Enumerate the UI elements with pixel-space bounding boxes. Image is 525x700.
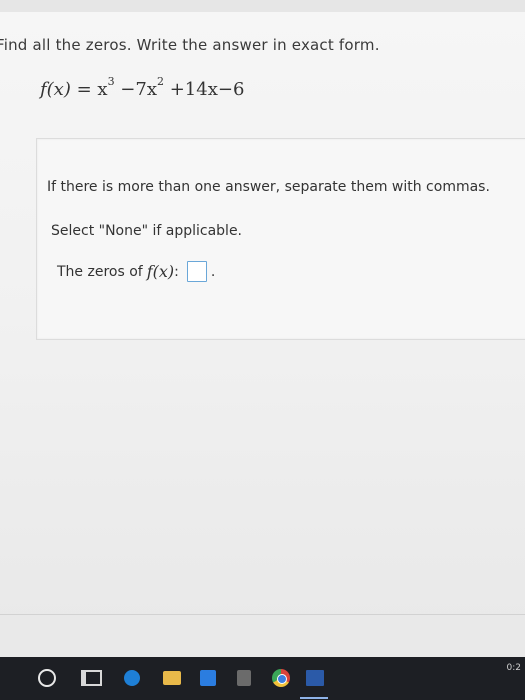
term-tail: +14x−6 xyxy=(169,79,245,100)
answer-label: The zeros of xyxy=(57,263,143,280)
answer-panel: If there is more than one answer, separa… xyxy=(36,138,525,340)
active-app-indicator xyxy=(300,697,328,699)
taskbar: 0:2 xyxy=(0,657,525,700)
answer-colon: : xyxy=(174,263,179,280)
function-name: f(x) xyxy=(40,79,71,100)
edge-icon[interactable] xyxy=(120,667,144,689)
screen: Find all the zeros. Write the answer in … xyxy=(0,0,525,700)
notes-icon[interactable] xyxy=(232,667,256,689)
instruction-select-none: Select "None" if applicable. xyxy=(51,223,243,239)
cortana-icon[interactable] xyxy=(36,667,58,689)
instruction-multiple-answers: If there is more than one answer, separa… xyxy=(47,179,490,195)
equals-sign: = xyxy=(76,79,98,100)
answer-suffix: . xyxy=(210,263,216,280)
task-view-icon[interactable] xyxy=(80,667,102,689)
term-lead-exponent: 3 xyxy=(107,75,115,88)
file-explorer-icon[interactable] xyxy=(160,667,184,689)
term-mid: −7x xyxy=(120,79,157,100)
store-icon[interactable] xyxy=(196,667,220,689)
term-lead: x xyxy=(97,79,108,100)
top-strip xyxy=(0,0,525,12)
term-mid-exponent: 2 xyxy=(156,75,164,88)
taskbar-clock[interactable]: 0:2 xyxy=(507,663,521,673)
answer-row: The zeros of f(x) : . xyxy=(57,261,215,282)
function-expression: f(x) = x3 −7x2 +14x−6 xyxy=(40,75,245,100)
page-bottom-area xyxy=(0,614,525,657)
question-prompt: Find all the zeros. Write the answer in … xyxy=(0,36,380,54)
answer-input[interactable] xyxy=(186,261,207,282)
chrome-icon[interactable] xyxy=(268,667,294,689)
word-icon[interactable] xyxy=(302,667,328,689)
answer-function-name: f(x) xyxy=(146,262,175,281)
